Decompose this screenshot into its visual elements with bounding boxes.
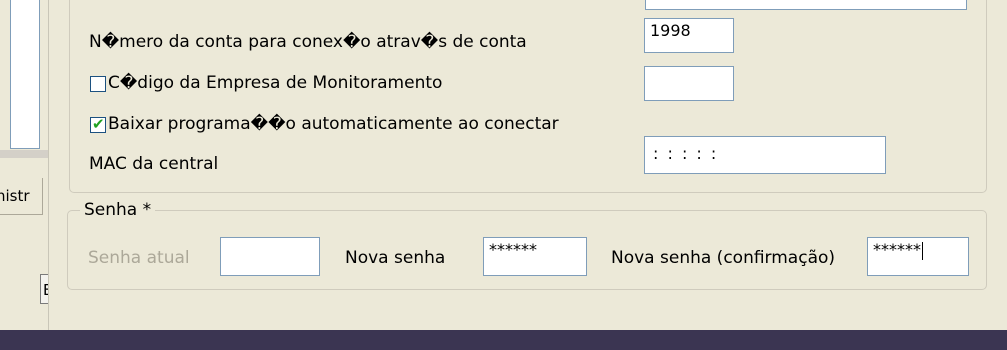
- confirm-password-input[interactable]: ******: [867, 237, 969, 276]
- monitoring-company-checkbox[interactable]: [90, 76, 106, 92]
- account-number-input[interactable]: 1998: [644, 18, 734, 53]
- auto-download-label: Baixar programa��o automaticamente ao co…: [108, 114, 559, 134]
- new-password-label: Nova senha: [345, 248, 446, 268]
- monitoring-company-label: C�digo da Empresa de Monitoramento: [108, 73, 443, 93]
- mac-input[interactable]: : : : : :: [644, 136, 886, 174]
- new-password-value: ******: [489, 240, 537, 259]
- account-number-label: N�mero da conta para conex�o atrav�s de …: [89, 32, 527, 52]
- connection-groupbox: N�mero da conta para conex�o atrav�s de …: [69, 0, 987, 193]
- confirm-password-value: ******: [873, 240, 921, 259]
- auto-download-checkbox[interactable]: ✔: [90, 115, 106, 133]
- text-caret: [922, 241, 923, 260]
- senha-groupbox: Senha * Senha atual Nova senha ****** No…: [67, 200, 987, 290]
- top-partial-input[interactable]: [645, 0, 967, 10]
- current-password-input[interactable]: [220, 237, 320, 276]
- new-password-input[interactable]: ******: [483, 237, 587, 276]
- confirm-password-label: Nova senha (confirmação): [611, 248, 836, 268]
- dialog-window: N�mero da conta para conex�o atrav�s de …: [48, 0, 1007, 330]
- monitoring-company-input[interactable]: [644, 66, 734, 101]
- checkmark-icon: ✔: [92, 115, 105, 133]
- current-password-label: Senha atual: [88, 248, 190, 268]
- mac-label: MAC da central: [89, 154, 219, 174]
- background-tab[interactable]: nistr: [0, 178, 43, 215]
- senha-legend: Senha *: [80, 200, 156, 220]
- background-list-box: [10, 0, 40, 149]
- desktop-background: [0, 330, 1007, 350]
